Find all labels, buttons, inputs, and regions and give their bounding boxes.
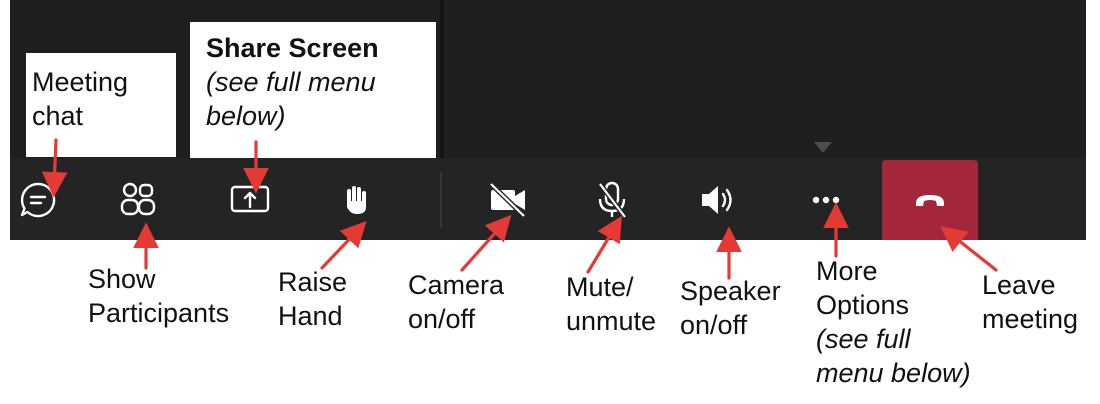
arrow-camera [460, 214, 512, 272]
arrow-leave-meeting [940, 226, 998, 272]
arrow-mute [586, 215, 622, 274]
arrow-meeting-chat [41, 138, 68, 198]
annotation-arrows [41, 138, 998, 280]
arrow-raise-hand [320, 221, 367, 270]
